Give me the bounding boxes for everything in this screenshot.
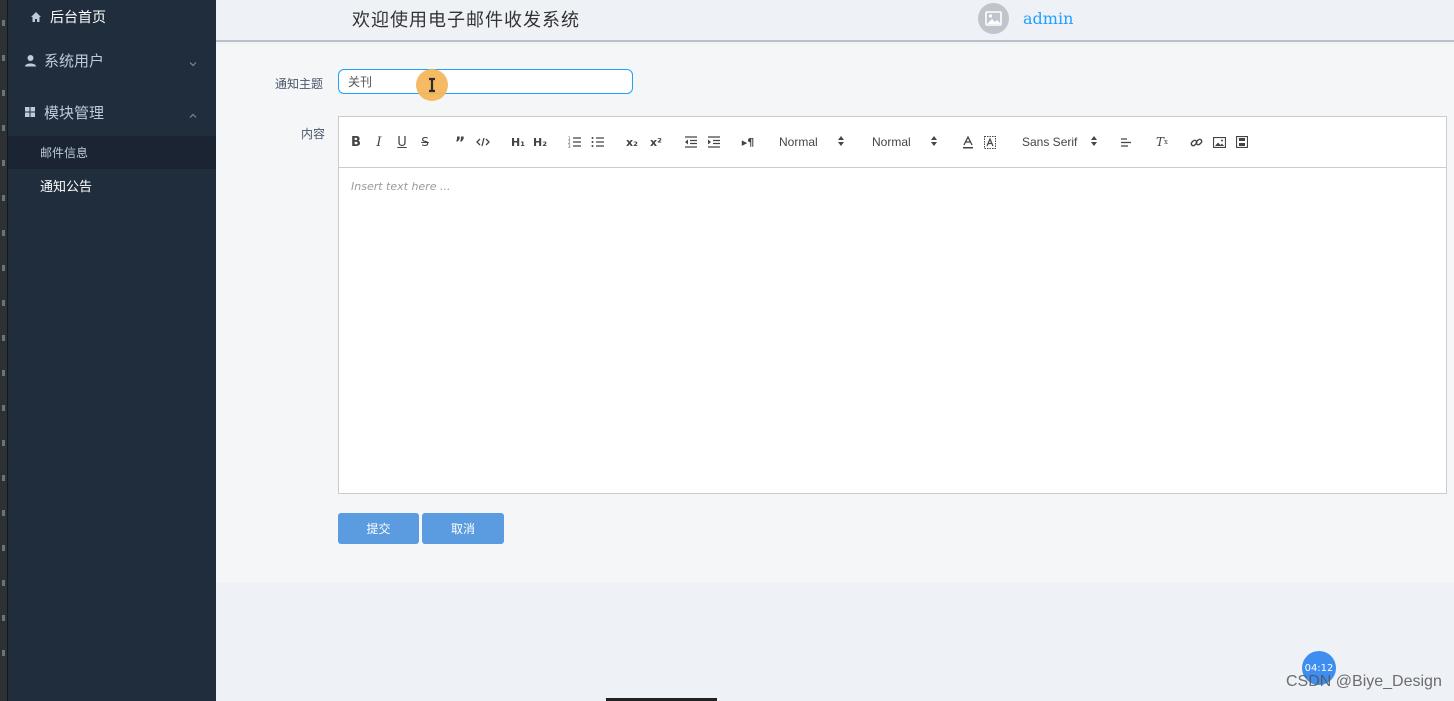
font-picker-value: Sans Serif bbox=[1022, 135, 1078, 149]
bullet-list-icon[interactable] bbox=[590, 133, 606, 151]
font-picker[interactable]: Sans Serif bbox=[1022, 133, 1108, 151]
sidebar-item-label: 系统用户 bbox=[44, 51, 105, 70]
avatar[interactable] bbox=[978, 3, 1009, 34]
clear-format-icon[interactable]: Tx bbox=[1154, 133, 1170, 151]
link-icon[interactable] bbox=[1188, 133, 1204, 151]
screen-edge-strip bbox=[0, 0, 8, 701]
sidebar-item-label: 后台首页 bbox=[50, 10, 106, 26]
sidebar-subitem-label: 通知公告 bbox=[40, 180, 93, 195]
sidebar-item-home[interactable]: 后台首页 bbox=[8, 0, 216, 34]
subject-label: 通知主题 bbox=[275, 77, 324, 91]
rich-text-editor: B I U S ” H₁ H₂ 123 x₂ x² ▸¶ Normal Norm… bbox=[338, 116, 1447, 494]
heading-1-icon[interactable]: H₁ bbox=[509, 133, 527, 151]
ordered-list-icon[interactable]: 123 bbox=[567, 133, 583, 151]
size-picker[interactable]: Normal bbox=[872, 133, 944, 151]
header-picker[interactable]: Normal bbox=[779, 133, 851, 151]
user-icon bbox=[22, 52, 38, 68]
subscript-icon[interactable]: x₂ bbox=[623, 133, 641, 151]
sidebar-item-label: 模块管理 bbox=[44, 103, 105, 122]
content-label: 内容 bbox=[301, 127, 326, 141]
text-cursor-indicator bbox=[416, 69, 448, 101]
size-picker-value: Normal bbox=[872, 135, 911, 149]
sidebar: 后台首页 系统用户 模块管理 邮件信息 通知公告 bbox=[8, 0, 216, 701]
subject-input[interactable] bbox=[338, 69, 633, 94]
up-down-arrows-icon bbox=[837, 135, 844, 149]
bold-icon[interactable]: B bbox=[349, 133, 363, 151]
cancel-button[interactable]: 取消 bbox=[422, 513, 504, 544]
main-content: 通知主题 内容 B I U S ” H₁ H₂ 123 x₂ x² bbox=[216, 44, 1454, 582]
submit-button[interactable]: 提交 bbox=[338, 513, 419, 544]
svg-text:3: 3 bbox=[568, 144, 571, 148]
home-icon bbox=[28, 9, 44, 25]
video-icon[interactable] bbox=[1234, 133, 1250, 151]
image-icon[interactable] bbox=[1211, 133, 1227, 151]
editor-content-area[interactable]: Insert text here ... bbox=[339, 169, 1446, 493]
indent-icon[interactable] bbox=[706, 133, 722, 151]
strikethrough-icon[interactable]: S bbox=[418, 133, 432, 151]
heading-2-icon[interactable]: H₂ bbox=[531, 133, 549, 151]
underline-icon[interactable]: U bbox=[395, 133, 409, 151]
sidebar-item-module-management[interactable]: 模块管理 bbox=[8, 92, 216, 132]
submenu-module-management: 邮件信息 通知公告 bbox=[8, 136, 216, 202]
up-down-arrows-icon bbox=[1091, 135, 1098, 149]
editor-toolbar: B I U S ” H₁ H₂ 123 x₂ x² ▸¶ Normal Norm… bbox=[339, 117, 1446, 168]
text-direction-icon[interactable]: ▸¶ bbox=[740, 133, 756, 151]
italic-icon[interactable]: I bbox=[372, 133, 386, 151]
background-color-icon[interactable] bbox=[982, 133, 998, 151]
i-beam-cursor-icon bbox=[429, 77, 435, 93]
sidebar-subitem-notices[interactable]: 通知公告 bbox=[8, 169, 216, 202]
page-title: 欢迎使用电子邮件收发系统 bbox=[352, 10, 580, 31]
outdent-icon[interactable] bbox=[683, 133, 699, 151]
header-picker-value: Normal bbox=[779, 135, 818, 149]
text-color-icon[interactable] bbox=[960, 133, 976, 151]
align-left-icon[interactable] bbox=[1118, 133, 1134, 151]
superscript-icon[interactable]: x² bbox=[647, 133, 665, 151]
chevron-down-icon bbox=[188, 55, 198, 67]
up-down-arrows-icon bbox=[930, 135, 937, 149]
sidebar-subitem-mail-info[interactable]: 邮件信息 bbox=[8, 136, 216, 169]
watermark-text: CSDN @Biye_Design bbox=[1286, 673, 1442, 690]
image-placeholder-icon bbox=[985, 11, 1002, 26]
sidebar-subitem-label: 邮件信息 bbox=[40, 146, 89, 160]
editor-placeholder: Insert text here ... bbox=[351, 180, 451, 193]
grid-icon bbox=[22, 104, 38, 120]
top-header: 欢迎使用电子邮件收发系统 admin bbox=[216, 0, 1454, 42]
username-link[interactable]: admin bbox=[1023, 9, 1073, 28]
sidebar-item-system-users[interactable]: 系统用户 bbox=[8, 40, 216, 80]
code-block-icon[interactable] bbox=[475, 133, 491, 151]
blockquote-icon[interactable]: ” bbox=[452, 133, 468, 152]
chevron-up-icon bbox=[188, 107, 198, 118]
